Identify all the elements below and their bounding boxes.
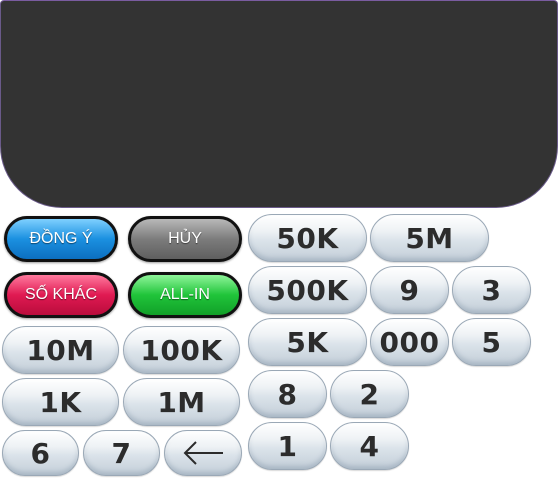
back-arrow-icon xyxy=(183,441,223,465)
key-1k[interactable]: 1K xyxy=(2,378,119,426)
cancel-button-label: HỦY xyxy=(168,230,202,247)
key-5m[interactable]: 5M xyxy=(370,214,489,262)
key-7[interactable]: 7 xyxy=(83,430,160,476)
backspace-button[interactable] xyxy=(164,430,242,476)
key-4[interactable]: 4 xyxy=(330,422,409,470)
key-50k[interactable]: 50K xyxy=(248,214,367,262)
key-100k[interactable]: 100K xyxy=(123,326,240,374)
key-2[interactable]: 2 xyxy=(330,370,409,418)
key-000[interactable]: 000 xyxy=(370,318,449,366)
confirm-button[interactable]: ĐỒNG Ý xyxy=(4,216,118,262)
key-10m[interactable]: 10M xyxy=(2,326,119,374)
key-5[interactable]: 5 xyxy=(452,318,531,366)
key-6[interactable]: 6 xyxy=(2,430,79,476)
key-1m[interactable]: 1M xyxy=(123,378,240,426)
key-8[interactable]: 8 xyxy=(248,370,327,418)
confirm-button-label: ĐỒNG Ý xyxy=(29,230,93,247)
all-in-button[interactable]: ALL-IN xyxy=(128,272,242,318)
other-amount-button-label: SỐ KHÁC xyxy=(24,286,97,303)
key-5k[interactable]: 5K xyxy=(248,318,367,366)
amount-display xyxy=(0,0,558,208)
key-1[interactable]: 1 xyxy=(248,422,327,470)
key-3[interactable]: 3 xyxy=(452,266,531,314)
key-500k[interactable]: 500K xyxy=(248,266,367,314)
key-9[interactable]: 9 xyxy=(370,266,449,314)
cancel-button[interactable]: HỦY xyxy=(128,216,242,262)
other-amount-button[interactable]: SỐ KHÁC xyxy=(4,272,118,318)
all-in-button-label: ALL-IN xyxy=(160,286,210,303)
